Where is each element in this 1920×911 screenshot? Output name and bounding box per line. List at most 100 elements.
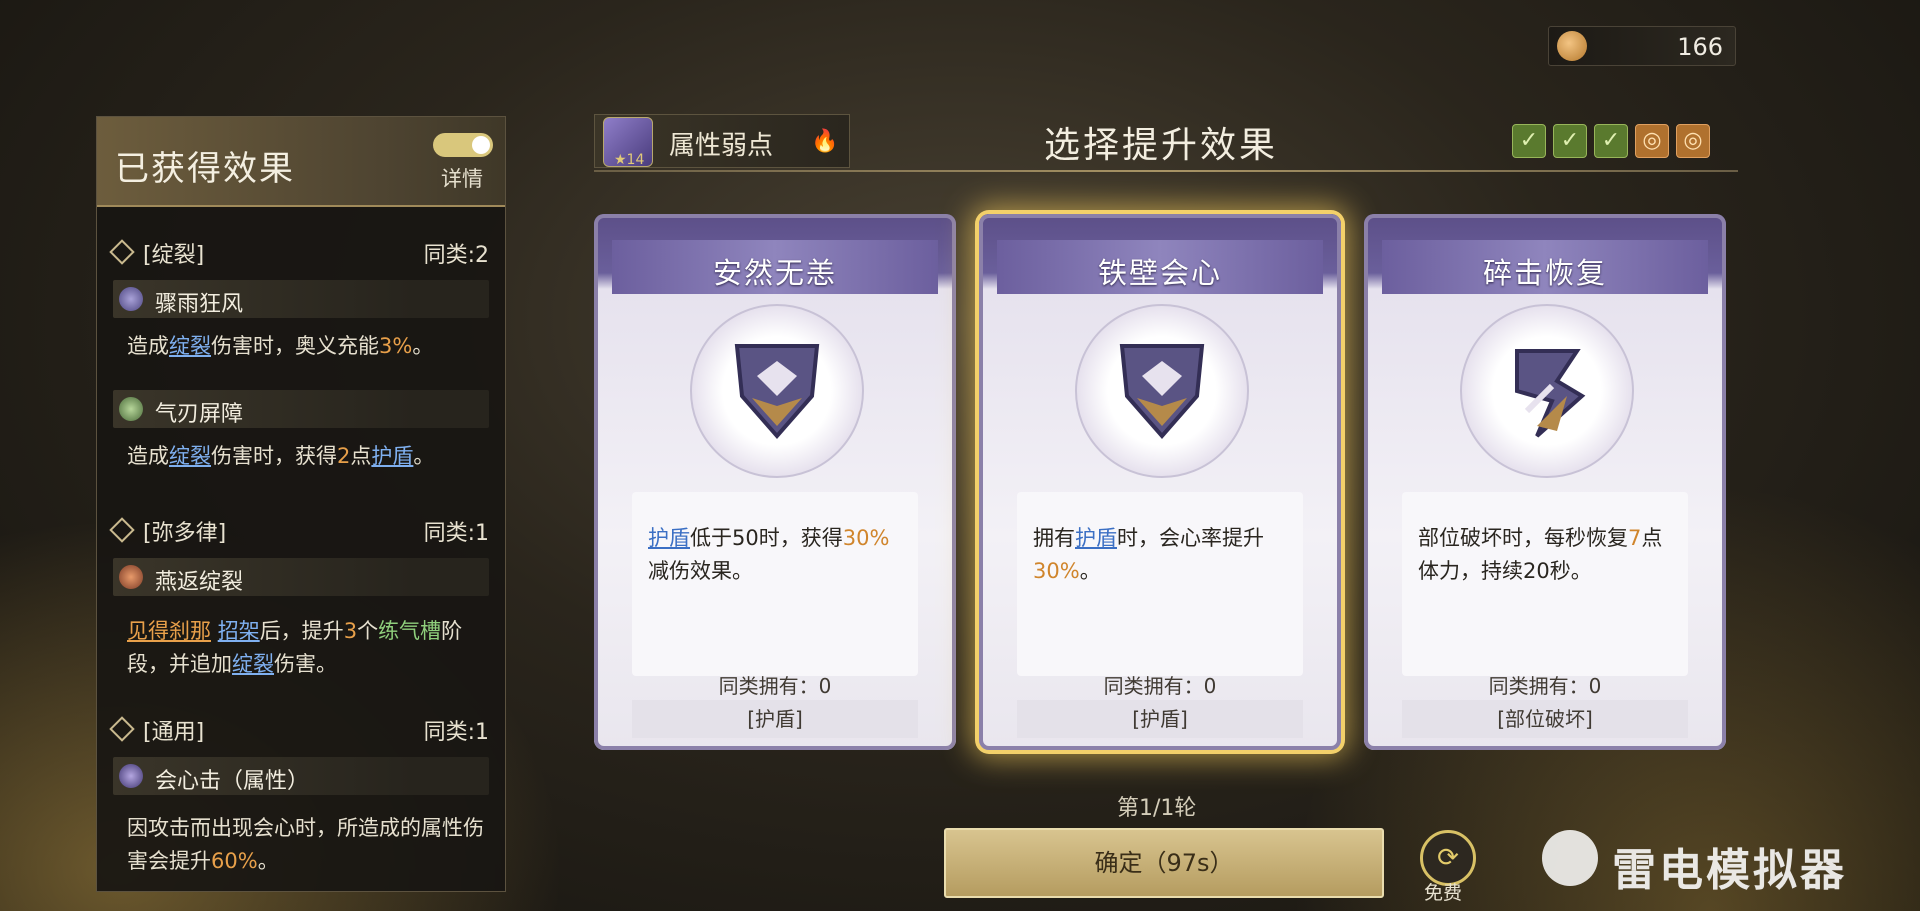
free-refresh-label: 免费 [1424,882,1463,904]
card-title: 碎击恢复 [1482,256,1607,290]
desc-text: 部位破坏时，每秒恢复 [1418,526,1628,550]
card-title: 安然无恙 [712,256,837,290]
keyword-link[interactable]: 见得刹那 [127,619,211,643]
weakness-badge[interactable]: ★14 属性弱点 🔥 [594,114,850,168]
currency-value: 166 [1677,33,1723,61]
card-tag: [护盾] [632,700,918,738]
category-name: [通用] [143,720,205,745]
round-indicator: 第1/1轮 [1117,796,1197,821]
desc-text: 造成 [127,334,169,358]
desc-text: 后，提升 [259,619,344,643]
effect-icon [119,397,143,421]
check-mark-icon: ✓ [1512,124,1546,158]
effect-description: 因攻击而出现会心时，所造成的属性伤害会提升60%。 [127,812,487,878]
desc-text: 减伤效果。 [648,559,753,583]
check-mark-icon: ✓ [1553,124,1587,158]
upgrade-card[interactable]: 安然无恙 护盾低于50时，获得30% 减伤效果。 同类拥有：0 [护盾] [594,214,956,750]
desc-text: 伤害时，获得 [211,444,337,468]
panel-header: 已获得效果 详情 [97,117,505,207]
keyword-link[interactable]: 练气槽 [378,619,441,643]
keyword-link[interactable]: 护盾 [371,444,413,468]
desc-value: 3 [343,619,358,643]
desc-text: 。 [412,334,434,358]
shield-emblem-icon [1075,304,1249,478]
effect-name: 骤雨狂风 [155,292,244,317]
emulator-logo-icon [1542,830,1598,886]
category-name: [弥多律] [143,521,227,546]
desc-value: 3% [379,334,413,358]
desc-text: 低于50时，获得 [690,526,843,550]
desc-text: 伤害时，奥义充能 [211,334,379,358]
fire-element-icon: 🔥 [811,129,839,154]
effect-name: 会心击（属性） [155,769,310,794]
desc-text: 个 [357,619,379,643]
details-label: 详情 [441,167,483,191]
acquired-effects-panel: 已获得效果 详情 [绽裂] 同类:2 骤雨狂风 造成绽裂伤害时，奥义充能3%。 … [96,116,506,892]
header-divider [594,170,1738,172]
keyword-link[interactable]: 护盾 [648,526,690,550]
details-toggle[interactable] [433,133,493,157]
currency-display: 166 [1548,26,1736,66]
keyword-link[interactable]: 绽裂 [169,334,211,358]
effect-icon [119,565,143,589]
keyword-link[interactable]: 招架 [218,619,260,643]
effect-row[interactable]: 气刃屏障 [113,390,489,428]
category-name: [绽裂] [143,243,205,268]
effect-description: 造成绽裂伤害时，获得2点护盾。 [127,440,487,473]
desc-text: 时，会心率提升 [1117,526,1264,550]
keyword-link[interactable]: 护盾 [1075,526,1117,550]
owned-count: 同类拥有：0 [718,674,832,698]
desc-text: 拥有 [1033,526,1075,550]
keyword-link[interactable]: 绽裂 [232,652,274,676]
progress-marks: ✓ ✓ ✓ ◎ ◎ [1512,124,1717,158]
upgrade-card-selected[interactable]: 铁壁会心 拥有护盾时，会心率提升 30%。 同类拥有：0 [护盾] [979,214,1341,750]
page-title: 选择提升效果 [1044,125,1279,166]
desc-text: 点 [350,444,372,468]
category-count: 同类:1 [423,521,489,546]
category-row: [弥多律] 同类:1 [109,513,489,547]
desc-text: 。 [413,444,435,468]
check-mark-icon: ✓ [1594,124,1628,158]
shield-emblem-icon [690,304,864,478]
owned-count: 同类拥有：0 [1103,674,1217,698]
category-row: [通用] 同类:1 [109,712,489,746]
desc-text: 造成 [127,444,169,468]
card-tag: [部位破坏] [1402,700,1688,738]
desc-text: 因攻击而出现会心时，所造成的属性伤害会提升 [127,816,484,873]
desc-text: 。 [257,849,279,873]
effect-icon [119,287,143,311]
card-description: 拥有护盾时，会心率提升 30%。 [1033,522,1293,588]
panel-title: 已获得效果 [115,149,295,189]
category-diamond-icon [109,239,135,265]
effect-description: 见得刹那 招架后，提升3个练气槽阶段，并追加绽裂伤害。 [127,615,487,681]
break-recovery-emblem-icon [1460,304,1634,478]
desc-value: 30% [842,526,890,550]
effect-description: 造成绽裂伤害时，奥义充能3%。 [127,330,487,363]
category-count: 同类:1 [423,720,489,745]
desc-value: 2 [337,444,351,468]
effect-row[interactable]: 燕返绽裂 [113,558,489,596]
effect-name: 气刃屏障 [155,402,244,427]
category-count: 同类:2 [423,243,489,268]
category-row: [绽裂] 同类:2 [109,235,489,269]
owned-count: 同类拥有：0 [1488,674,1602,698]
desc-value: 30% [1033,559,1080,583]
emulator-watermark: 雷电模拟器 [1612,845,1847,896]
confirm-button[interactable]: 确定（97s） [944,828,1384,898]
desc-value: 7 [1628,526,1642,550]
card-title: 铁壁会心 [1097,256,1222,290]
category-diamond-icon [109,517,135,543]
card-description: 部位破坏时，每秒恢复7点体力，持续20秒。 [1418,522,1678,588]
effect-row[interactable]: 会心击（属性） [113,757,489,795]
card-description: 护盾低于50时，获得30% 减伤效果。 [648,522,908,588]
card-tag: [护盾] [1017,700,1303,738]
effect-icon [119,764,143,788]
keyword-link[interactable]: 绽裂 [169,444,211,468]
weakness-label: 属性弱点 [669,131,774,161]
desc-text: 伤害。 [274,652,337,676]
desc-value: 60% [211,849,258,873]
effect-name: 燕返绽裂 [155,570,244,595]
effect-row[interactable]: 骤雨狂风 [113,280,489,318]
upgrade-card[interactable]: 碎击恢复 部位破坏时，每秒恢复7点体力，持续20秒。 同类拥有：0 [部位破坏] [1364,214,1726,750]
pending-mark-icon: ◎ [1676,124,1710,158]
